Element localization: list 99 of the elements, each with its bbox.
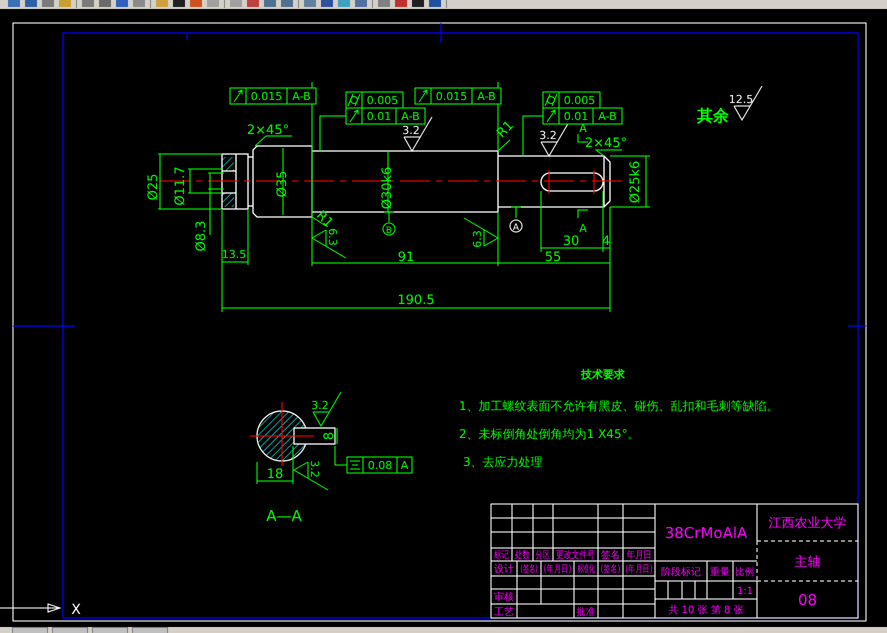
datum-circle-icon [382,222,396,236]
datum-label: A [512,223,520,233]
section-mark: A [579,222,587,235]
title-block-label: 标记 [494,550,510,562]
roughness-value: 6.3 [471,230,484,248]
title-block-label: 比例 [736,566,754,578]
toolbar-icon[interactable] [207,0,219,7]
school-name: 江西农业大学 [768,516,846,531]
toolbar-icon[interactable] [264,0,276,7]
toolbar-icon[interactable] [42,0,54,7]
title-block-label: (签名) [600,564,620,576]
tolerance-value: 0.08 [368,459,392,472]
toolbar-icon[interactable] [338,0,350,7]
title-block-label: 签名 [600,550,620,562]
title-block-label: (年月日) [544,564,572,576]
dimension-text: 91 [398,250,414,265]
toolbar-icon[interactable] [82,0,94,7]
ucs-axis-icon [0,604,62,612]
requirement-text: 3、去应力处理 [463,455,543,469]
toolbar-icon[interactable] [395,0,407,7]
datum-reference: A-B [598,110,617,123]
roughness-value: 3.2 [402,124,420,137]
toolbar-icon[interactable] [230,0,242,7]
title-block-label: 年月日 [626,549,652,562]
datum-reference: A-B [292,90,311,103]
section-title: A—A [266,507,302,525]
title-block-label: 分区 [536,550,550,562]
toolbar-icon[interactable] [247,0,259,7]
remaining-roughness-label: 其余 [697,106,729,125]
roughness-value: 3.2 [311,399,329,412]
title-block-label: 工艺 [494,607,514,618]
dimension-text: 2×45° [246,123,290,138]
toolbar-icon[interactable] [304,0,316,7]
title-block-label: 审核 [494,592,514,603]
title-block-label: (签名) [520,562,538,574]
toolbar-icon[interactable] [355,0,367,7]
tolerance-value: 0.01 [366,110,392,123]
tolerance-value: 0.015 [436,90,468,103]
datum-circle-icon [510,220,522,232]
datum-reference: A [400,459,408,472]
dimension-text: Ø25 [146,174,161,200]
dimension-text: 18 [266,467,284,482]
toolbar-icon[interactable] [378,0,390,7]
ucs-axis-label: X [71,602,81,618]
title-block-label: 批准 [576,606,596,618]
layout-tab[interactable] [132,627,168,633]
dimension-text: Ø11.7 [173,166,188,206]
scale-value: 1:1 [736,586,754,597]
layout-tab[interactable] [52,627,88,633]
datum-reference: A-B [477,90,496,103]
dimension-text: 2×45° [584,136,628,151]
sheet-count-text: 共 10 张 第 8 张 [668,605,744,616]
symmetry-symbol-icon [350,460,360,470]
title-block-label: 阶段标记 [661,567,701,578]
dimension-text: 13.5 [222,248,246,261]
toolbar-icon[interactable] [8,0,20,7]
requirements-title: 技术要求 [581,368,625,381]
tolerance-value: 0.005 [564,94,596,107]
roughness-value: 12.5 [728,93,754,106]
requirement-text: 1、加工螺纹表面不允许有黑皮、碰伤、乱扣和毛刺等缺陷。 [459,399,779,413]
toolbar-icon[interactable] [59,0,71,7]
roughness-value: 3.2 [539,129,557,142]
tolerance-value: 0.015 [250,90,282,103]
layout-tab[interactable] [92,627,128,633]
dimension-text: Ø25k6 [628,160,643,204]
dimension-text: 190.5 [397,293,435,308]
toolbar-icon[interactable] [99,0,111,7]
requirement-text: 2、未标倒角处倒角均为1 X45°。 [459,427,640,441]
tolerance-value: 0.005 [366,94,398,107]
toolbar-icon[interactable] [281,0,293,7]
title-block-label: 重量 [710,567,730,578]
drawing-number: 08 [798,591,818,609]
dimension-text: 55 [544,250,562,265]
title-block-label: 标准化 [577,562,595,574]
roughness-value: 3.2 [308,460,321,478]
dimension-text: 8 [322,432,337,440]
toolbar-icon[interactable] [412,0,424,7]
title-block-label: 处数 [514,550,530,562]
toolbar-icon[interactable] [429,0,441,7]
part-name: 主轴 [794,555,820,570]
toolbar-icon[interactable] [156,0,168,7]
title-block-label: 更改文件号 [556,550,596,562]
toolbar-icon[interactable] [321,0,333,7]
dimension-text: Ø8.3 [194,220,209,252]
toolbar-icon[interactable] [25,0,37,7]
material-text: 38CrMoAlA [664,524,748,542]
datum-reference: A-B [401,110,420,123]
title-block-label: 设计 [494,564,514,575]
tolerance-value: 0.01 [564,110,588,123]
layout-tab[interactable] [12,627,48,633]
section-mark: A [579,122,587,135]
roughness-value: 6.3 [326,228,339,246]
datum-label: B [386,226,392,236]
toolbar-icon[interactable] [133,0,145,7]
toolbar-icon[interactable] [173,0,185,7]
title-block-label: (年月日) [626,564,652,576]
toolbar-icon[interactable] [190,0,202,7]
dimension-text: 30 [562,234,580,249]
toolbar-icon[interactable] [116,0,128,7]
